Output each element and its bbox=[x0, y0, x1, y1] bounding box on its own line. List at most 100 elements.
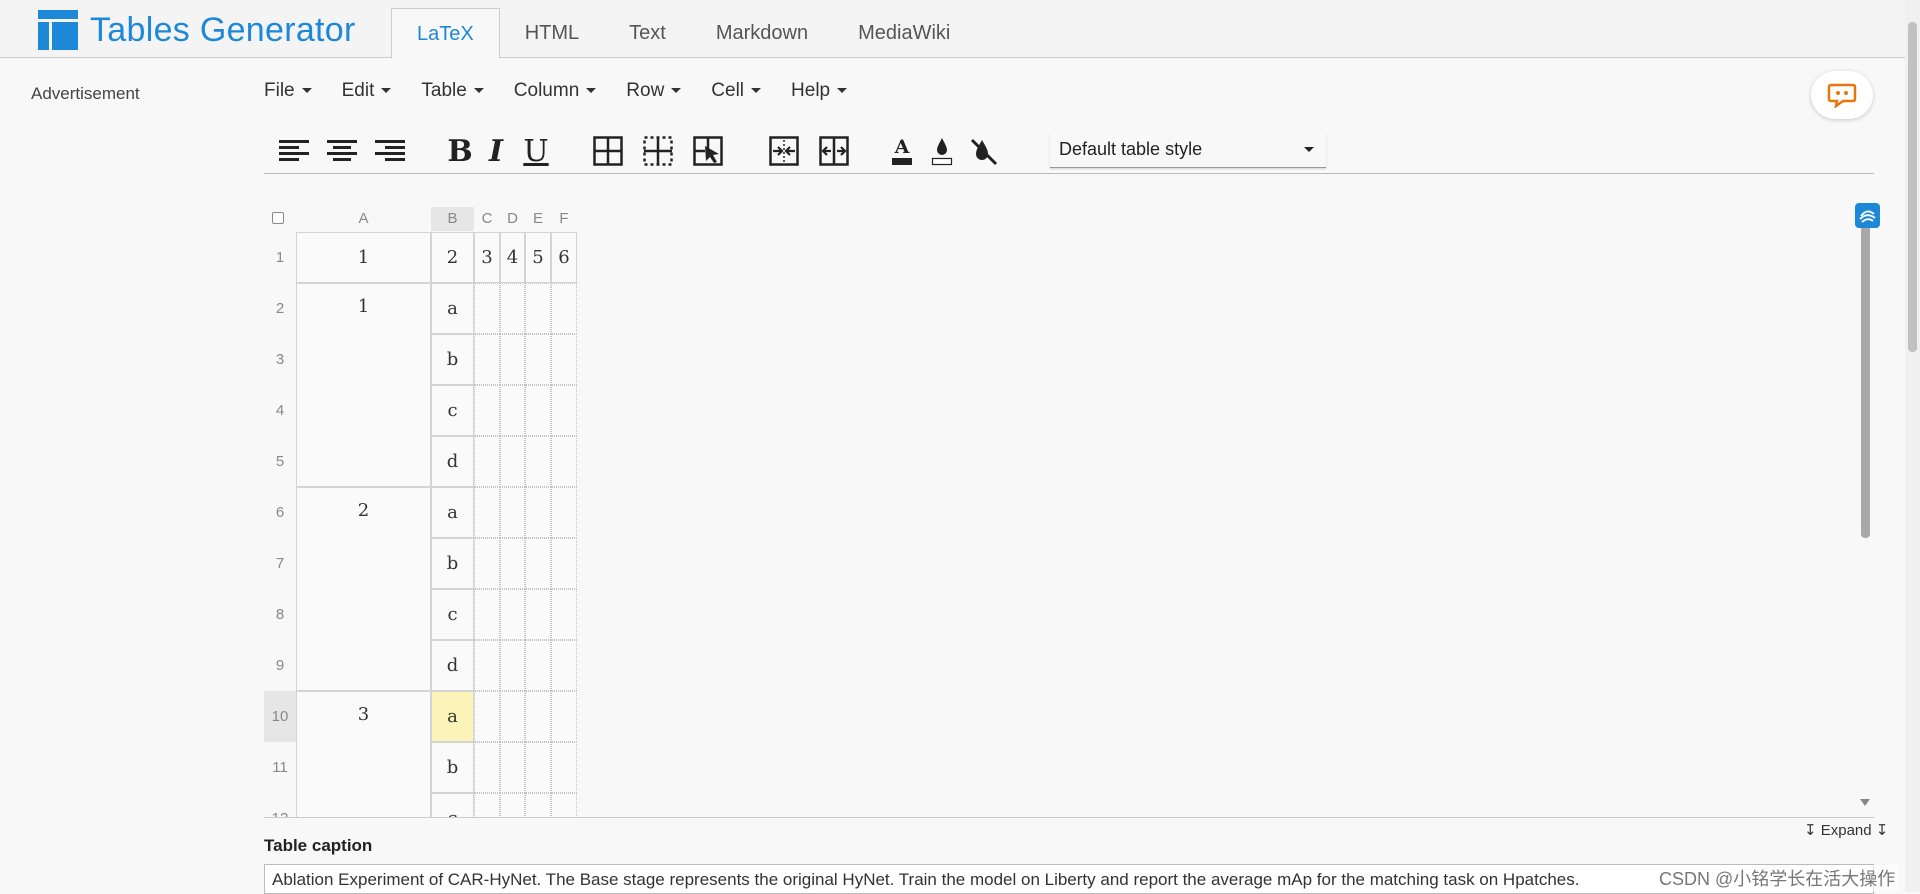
menu-column[interactable]: Column bbox=[514, 80, 597, 102]
tab-mediawiki[interactable]: MediaWiki bbox=[833, 8, 975, 58]
menu-row[interactable]: Row bbox=[626, 80, 682, 102]
empty-cell[interactable] bbox=[500, 436, 525, 487]
column-header-c[interactable]: C bbox=[474, 207, 500, 231]
logo[interactable]: Tables Generator bbox=[38, 10, 356, 50]
empty-cell[interactable] bbox=[551, 793, 577, 817]
table-cell[interactable]: d bbox=[431, 640, 474, 691]
background-color-button[interactable] bbox=[924, 134, 960, 168]
scroll-down-arrow-icon[interactable] bbox=[1860, 799, 1870, 806]
merged-cell[interactable]: 3 bbox=[296, 691, 431, 817]
clear-color-button[interactable] bbox=[966, 134, 1002, 168]
row-header-12[interactable]: 12 bbox=[264, 793, 296, 817]
table-cell[interactable]: a bbox=[431, 487, 474, 538]
empty-cell[interactable] bbox=[474, 334, 500, 385]
merged-cell[interactable]: 2 bbox=[296, 487, 431, 691]
empty-cell[interactable] bbox=[474, 793, 500, 817]
empty-cell[interactable] bbox=[525, 589, 551, 640]
table-cell[interactable]: c bbox=[431, 793, 474, 817]
empty-cell[interactable] bbox=[525, 334, 551, 385]
empty-cell[interactable] bbox=[525, 538, 551, 589]
empty-cell[interactable] bbox=[500, 793, 525, 817]
tab-latex[interactable]: LaTeX bbox=[391, 8, 500, 59]
chat-button[interactable] bbox=[1811, 71, 1873, 119]
empty-cell[interactable] bbox=[474, 640, 500, 691]
empty-cell[interactable] bbox=[551, 334, 577, 385]
empty-cell[interactable] bbox=[474, 436, 500, 487]
table-cell[interactable]: 2 bbox=[431, 232, 474, 283]
all-borders-button[interactable] bbox=[590, 134, 626, 168]
align-right-button[interactable] bbox=[372, 134, 408, 168]
underline-button[interactable]: U bbox=[518, 134, 554, 169]
table-cell[interactable]: 1 bbox=[296, 232, 431, 283]
empty-cell[interactable] bbox=[500, 334, 525, 385]
tab-text[interactable]: Text bbox=[604, 8, 691, 58]
text-color-button[interactable]: A bbox=[884, 134, 920, 168]
table-cell[interactable]: 5 bbox=[525, 232, 551, 283]
empty-cell[interactable] bbox=[474, 385, 500, 436]
editor-scroll-thumb[interactable] bbox=[1861, 214, 1870, 538]
empty-cell[interactable] bbox=[474, 742, 500, 793]
row-header-3[interactable]: 3 bbox=[264, 334, 296, 385]
translate-badge-icon[interactable] bbox=[1855, 203, 1880, 228]
menu-edit[interactable]: Edit bbox=[342, 80, 392, 102]
align-center-button[interactable] bbox=[324, 134, 360, 168]
table-style-select[interactable]: Default table style bbox=[1050, 132, 1326, 168]
split-cells-button[interactable] bbox=[816, 134, 852, 168]
select-all-checkbox[interactable] bbox=[272, 212, 284, 224]
table-cell[interactable]: a bbox=[431, 283, 474, 334]
merged-cell[interactable]: 1 bbox=[296, 283, 431, 487]
row-header-1[interactable]: 1 bbox=[264, 232, 296, 283]
bold-button[interactable]: B bbox=[442, 134, 478, 169]
empty-cell[interactable] bbox=[551, 742, 577, 793]
empty-cell[interactable] bbox=[500, 742, 525, 793]
empty-cell[interactable] bbox=[525, 487, 551, 538]
row-header-9[interactable]: 9 bbox=[264, 640, 296, 691]
empty-cell[interactable] bbox=[551, 283, 577, 334]
table-cell[interactable]: b bbox=[431, 334, 474, 385]
empty-cell[interactable] bbox=[525, 283, 551, 334]
empty-cell[interactable] bbox=[525, 691, 551, 742]
caption-input[interactable]: Ablation Experiment of CAR-HyNet. The Ba… bbox=[264, 864, 1874, 894]
empty-cell[interactable] bbox=[500, 640, 525, 691]
empty-cell[interactable] bbox=[551, 640, 577, 691]
table-cell[interactable]: b bbox=[431, 742, 474, 793]
menu-cell[interactable]: Cell bbox=[711, 80, 762, 102]
menu-file[interactable]: File bbox=[264, 80, 312, 102]
table-cell[interactable]: b bbox=[431, 538, 474, 589]
page-scroll-thumb[interactable] bbox=[1908, 22, 1917, 352]
column-header-b[interactable]: B bbox=[431, 207, 474, 231]
table-cell[interactable]: 4 bbox=[500, 232, 525, 283]
align-left-button[interactable] bbox=[276, 134, 312, 168]
expand-button[interactable]: ↧ Expand ↧ bbox=[1804, 821, 1888, 839]
table-cell[interactable]: 3 bbox=[474, 232, 500, 283]
row-header-6[interactable]: 6 bbox=[264, 487, 296, 538]
empty-cell[interactable] bbox=[474, 538, 500, 589]
row-header-2[interactable]: 2 bbox=[264, 283, 296, 334]
tab-markdown[interactable]: Markdown bbox=[691, 8, 833, 58]
empty-cell[interactable] bbox=[525, 793, 551, 817]
empty-cell[interactable] bbox=[525, 640, 551, 691]
empty-cell[interactable] bbox=[551, 385, 577, 436]
column-header-e[interactable]: E bbox=[525, 207, 551, 231]
table-cell[interactable]: d bbox=[431, 436, 474, 487]
empty-cell[interactable] bbox=[525, 742, 551, 793]
italic-button[interactable]: I bbox=[478, 134, 514, 169]
page-scrollbar[interactable] bbox=[1905, 0, 1920, 892]
inner-borders-button[interactable] bbox=[640, 134, 676, 168]
empty-cell[interactable] bbox=[474, 487, 500, 538]
column-header-f[interactable]: F bbox=[551, 207, 577, 231]
menu-help[interactable]: Help bbox=[791, 80, 848, 102]
empty-cell[interactable] bbox=[500, 283, 525, 334]
empty-cell[interactable] bbox=[551, 487, 577, 538]
table-cell[interactable]: 6 bbox=[551, 232, 577, 283]
empty-cell[interactable] bbox=[525, 436, 551, 487]
row-header-11[interactable]: 11 bbox=[264, 742, 296, 793]
select-cells-button[interactable] bbox=[690, 134, 726, 168]
empty-cell[interactable] bbox=[500, 589, 525, 640]
empty-cell[interactable] bbox=[474, 589, 500, 640]
empty-cell[interactable] bbox=[500, 385, 525, 436]
row-header-4[interactable]: 4 bbox=[264, 385, 296, 436]
row-header-10[interactable]: 10 bbox=[264, 691, 296, 742]
row-header-8[interactable]: 8 bbox=[264, 589, 296, 640]
empty-cell[interactable] bbox=[551, 538, 577, 589]
